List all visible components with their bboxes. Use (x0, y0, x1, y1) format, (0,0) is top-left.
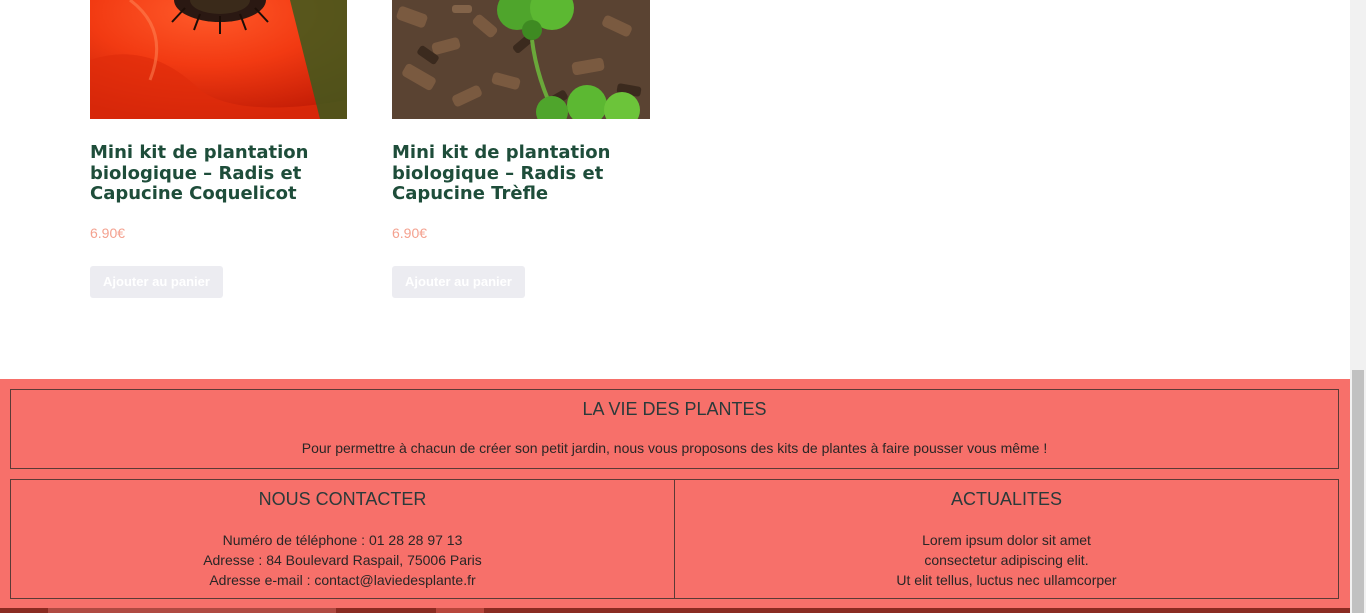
footer-news: ACTUALITES Lorem ipsum dolor sit amet co… (674, 479, 1339, 599)
footer-about-heading: LA VIE DES PLANTES (582, 399, 767, 419)
vertical-scrollbar[interactable] (1350, 0, 1366, 613)
news-line: Ut elit tellus, luctus nec ullamcorper (896, 572, 1117, 588)
clover-image[interactable] (392, 0, 650, 119)
footer-contact: NOUS CONTACTER Numéro de téléphone : 01 … (10, 479, 675, 599)
bottom-bar-segment (436, 608, 484, 613)
bottom-bar (0, 608, 1350, 613)
page: Mini kit de plantation biologique – Radi… (0, 0, 1366, 613)
product-title[interactable]: Mini kit de plantation biologique – Radi… (90, 142, 347, 205)
product-price: 6.90€ (90, 225, 126, 241)
contact-address: Adresse : 84 Boulevard Raspail, 75006 Pa… (203, 552, 482, 568)
footer-news-heading: ACTUALITES (950, 489, 1063, 509)
scrollbar-thumb[interactable] (1352, 370, 1364, 613)
poppy-flower-image[interactable] (90, 0, 347, 119)
bottom-bar-segment (48, 608, 336, 613)
contact-email[interactable]: Adresse e-mail : contact@laviedesplante.… (11, 570, 674, 590)
footer-contact-text: Numéro de téléphone : 01 28 28 97 13 Adr… (11, 530, 674, 590)
footer-contact-heading: NOUS CONTACTER (258, 489, 427, 509)
product-price: 6.90€ (392, 225, 428, 241)
product-title[interactable]: Mini kit de plantation biologique – Radi… (392, 142, 650, 205)
contact-phone: Numéro de téléphone : 01 28 28 97 13 (222, 532, 463, 548)
footer: LA VIE DES PLANTES Pour permettre à chac… (0, 379, 1350, 613)
news-line: consectetur adipiscing elit. (924, 552, 1089, 568)
footer-about: LA VIE DES PLANTES Pour permettre à chac… (10, 389, 1339, 469)
add-to-cart-button[interactable]: Ajouter au panier (392, 266, 525, 298)
footer-news-text: Lorem ipsum dolor sit amet consectetur a… (675, 530, 1338, 590)
footer-about-text: Pour permettre à chacun de créer son pet… (301, 440, 1048, 456)
news-line: Lorem ipsum dolor sit amet (922, 532, 1091, 548)
add-to-cart-button[interactable]: Ajouter au panier (90, 266, 223, 298)
